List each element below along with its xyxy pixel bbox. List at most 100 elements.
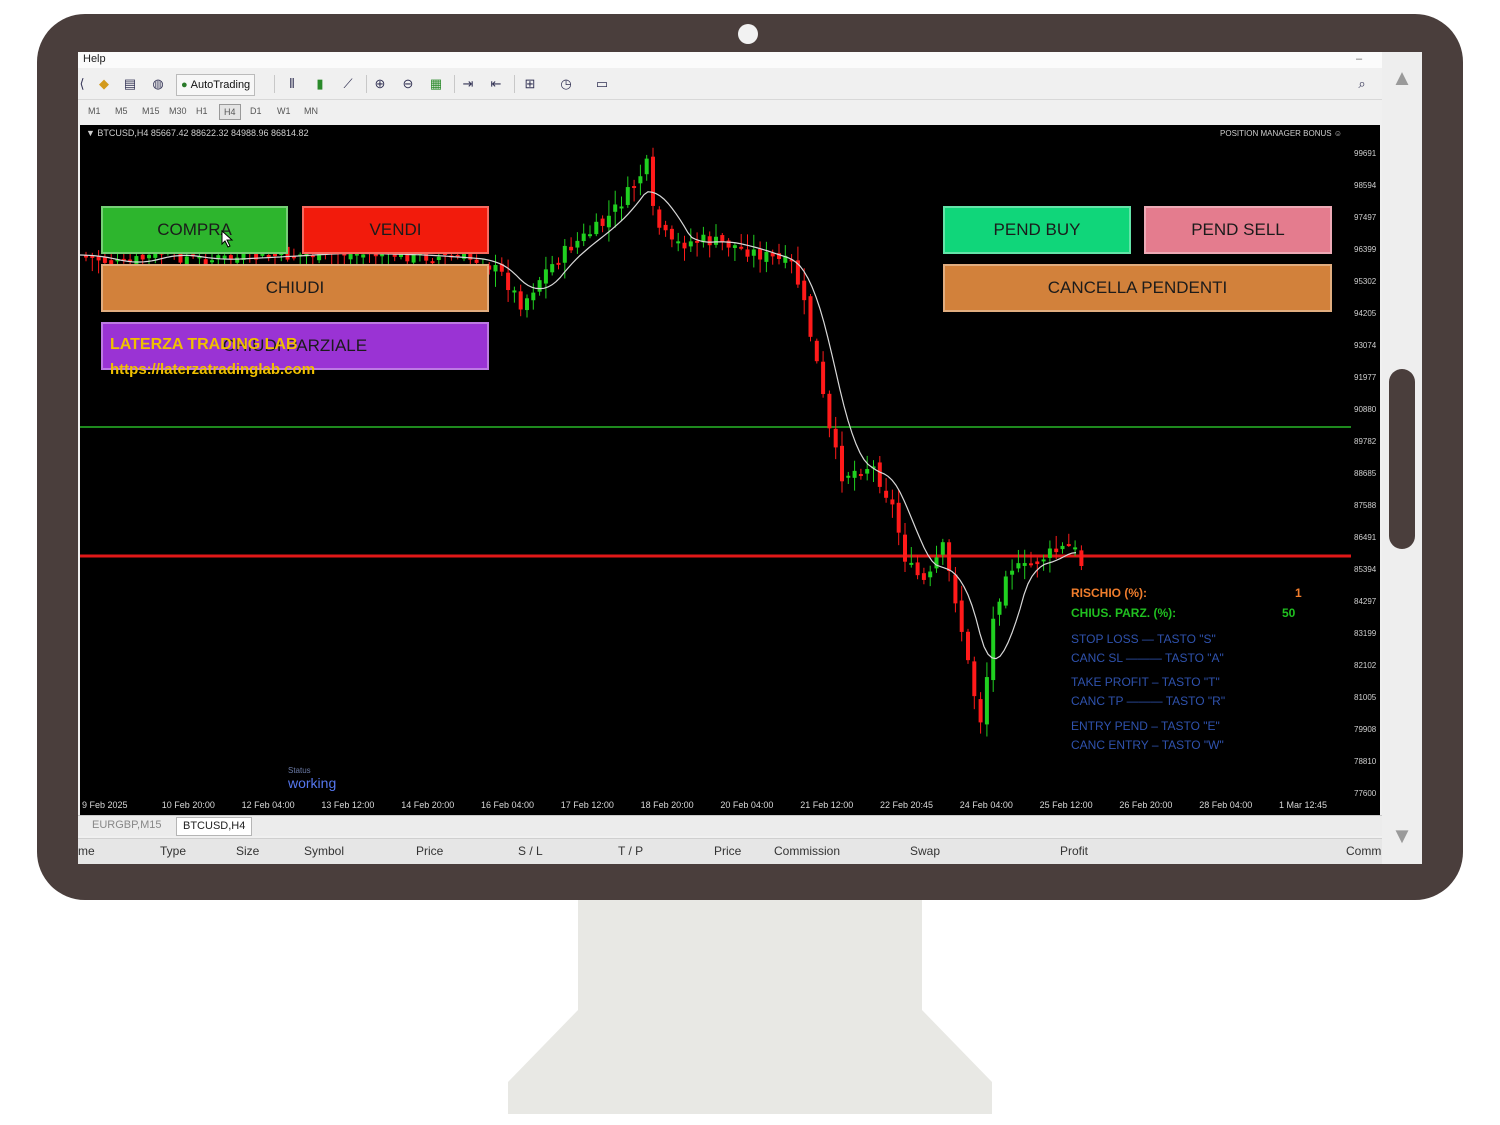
- chius-parz-value: 50: [1282, 606, 1296, 620]
- candle-body: [802, 280, 807, 301]
- candle-body: [714, 236, 718, 245]
- timeframe-m30[interactable]: M30: [165, 104, 191, 118]
- timeframe-m1[interactable]: M1: [84, 104, 105, 118]
- chart-tab[interactable]: BTCUSD,H4: [176, 817, 253, 836]
- date-axis: 9 Feb 2025 10 Feb 20:00 12 Feb 04:00 13 Feb…: [82, 799, 1362, 813]
- cancella-pendenti-button[interactable]: CANCELLA PENDENTI: [943, 264, 1332, 312]
- date-tick: 1 Mar 12:45: [1279, 800, 1328, 810]
- pencil-icon[interactable]: ◆: [94, 74, 114, 94]
- candle-body: [764, 251, 769, 262]
- pend-sell-button[interactable]: PEND SELL: [1144, 206, 1332, 254]
- terminal-column-header[interactable]: Price: [416, 844, 443, 858]
- candle-body: [720, 235, 725, 242]
- timeframe-d1[interactable]: D1: [246, 104, 266, 118]
- terminal-column-header[interactable]: Type: [160, 844, 186, 858]
- scroll-up-icon[interactable]: ▲: [1390, 65, 1414, 90]
- candle-body: [695, 240, 700, 243]
- autotrading-button[interactable]: ● AutoTrading: [176, 74, 256, 96]
- minimize-button[interactable]: –: [1356, 53, 1362, 65]
- monitor-stand-base: [508, 1010, 992, 1114]
- price-tick: 82102: [1354, 661, 1377, 670]
- chart-tab[interactable]: EURGBP,M15: [86, 817, 168, 834]
- candle-body: [865, 469, 870, 474]
- market-watch-icon[interactable]: ▤: [120, 74, 140, 94]
- terminal-column-header[interactable]: Commission: [774, 844, 840, 858]
- terminal-column-header[interactable]: S / L: [518, 844, 543, 858]
- candle-body: [663, 224, 668, 231]
- templates-icon[interactable]: ▭: [592, 74, 612, 94]
- toolbar-overflow-icon[interactable]: ⟨: [78, 74, 92, 94]
- price-axis: 99691 98594 97497 96399 95302 94205 93074 91977…: [1351, 125, 1380, 815]
- autoscroll-icon[interactable]: ⇤: [486, 74, 506, 94]
- terminal-column-header[interactable]: Swap: [910, 844, 940, 858]
- price-tick: 93074: [1354, 341, 1377, 350]
- candle-body: [619, 206, 624, 209]
- scroll-down-icon[interactable]: ▼: [1390, 823, 1414, 848]
- price-chart[interactable]: 897828681485600 ▼ BTCUSD,H4 85667.42 886…: [80, 125, 1380, 815]
- hotkey-entry-pend: ENTRY PEND – TASTO "E": [1071, 719, 1220, 733]
- menu-help[interactable]: Help: [83, 53, 106, 65]
- zoom-in-icon[interactable]: ⊕: [370, 74, 390, 94]
- zoom-out-icon[interactable]: ⊖: [398, 74, 418, 94]
- pend-buy-button[interactable]: PEND BUY: [943, 206, 1131, 254]
- search-icon[interactable]: ⌕: [1352, 74, 1372, 94]
- candle-body: [959, 600, 964, 632]
- price-tick: 99691: [1354, 149, 1377, 158]
- candle-body: [102, 257, 107, 263]
- periods-clock-icon[interactable]: ◷: [556, 74, 576, 94]
- candlestick-icon[interactable]: ▮: [310, 74, 330, 94]
- date-tick: 24 Feb 04:00: [959, 800, 1013, 810]
- vendi-button[interactable]: VENDI: [302, 206, 489, 254]
- timeframe-w1[interactable]: W1: [273, 104, 295, 118]
- terminal-column-header[interactable]: Size: [236, 844, 259, 858]
- candle-body: [978, 699, 983, 723]
- compra-button[interactable]: COMPRA: [101, 206, 288, 254]
- line-chart-icon[interactable]: ⟋: [338, 74, 358, 94]
- candle-body: [676, 241, 681, 244]
- candle-body: [512, 290, 517, 293]
- symbol-info: ▼ BTCUSD,H4 85667.42 88622.32 84988.96 8…: [86, 128, 309, 138]
- date-tick: 18 Feb 20:00: [640, 800, 694, 810]
- price-tick: 97497: [1354, 213, 1377, 222]
- globe-icon[interactable]: ◍: [148, 74, 168, 94]
- hotkey-stop-loss: STOP LOSS — TASTO "S": [1071, 632, 1216, 646]
- toolbar-separator: [514, 75, 515, 93]
- terminal-column-header[interactable]: Profit: [1060, 844, 1088, 858]
- hotkey-canc-tp: CANC TP ——— TASTO "R": [1071, 694, 1226, 708]
- timeframe-m5[interactable]: M5: [111, 104, 132, 118]
- terminal-column-header[interactable]: Comm: [1346, 844, 1381, 858]
- date-tick: 12 Feb 04:00: [241, 800, 295, 810]
- candle-body: [588, 234, 592, 237]
- timeframe-h4[interactable]: H4: [219, 104, 241, 120]
- candle-body: [430, 261, 435, 264]
- candle-body: [732, 245, 737, 248]
- candle-body: [518, 291, 523, 310]
- terminal-column-header[interactable]: Symbol: [304, 844, 344, 858]
- tile-windows-icon[interactable]: ▦: [426, 74, 446, 94]
- candle-body: [758, 248, 763, 260]
- timeframe-h1[interactable]: H1: [192, 104, 212, 118]
- candle-body: [575, 240, 580, 248]
- bar-chart-icon[interactable]: ⫴: [282, 74, 302, 94]
- chart-shift-icon[interactable]: ⇥: [458, 74, 478, 94]
- timeframe-m15[interactable]: M15: [138, 104, 164, 118]
- chiudi-button[interactable]: CHIUDI: [101, 264, 489, 312]
- indicators-icon[interactable]: ⊞: [520, 74, 540, 94]
- candle-body: [1073, 547, 1078, 550]
- candle-body: [474, 259, 479, 263]
- timeframe-mn[interactable]: MN: [300, 104, 322, 118]
- terminal-column-header[interactable]: Price: [714, 844, 741, 858]
- price-tick: 77600: [1354, 789, 1377, 798]
- brand-url[interactable]: https://laterzatradinglab.com: [110, 361, 315, 378]
- price-tick: 84297: [1354, 597, 1377, 606]
- terminal-column-header[interactable]: me: [78, 844, 95, 858]
- autotrading-label: AutoTrading: [190, 79, 251, 91]
- scroll-thumb[interactable]: [1389, 369, 1415, 549]
- terminal-column-header[interactable]: T / P: [618, 844, 643, 858]
- status-label: Status: [288, 766, 311, 775]
- price-tick: 79908: [1354, 725, 1377, 734]
- price-tick: 85394: [1354, 565, 1377, 574]
- vertical-scrollbar[interactable]: ▲ ▼: [1382, 52, 1422, 864]
- candle-body: [1016, 563, 1021, 569]
- chart-tabs: EURGBP,M15 BTCUSD,H4: [78, 815, 1382, 836]
